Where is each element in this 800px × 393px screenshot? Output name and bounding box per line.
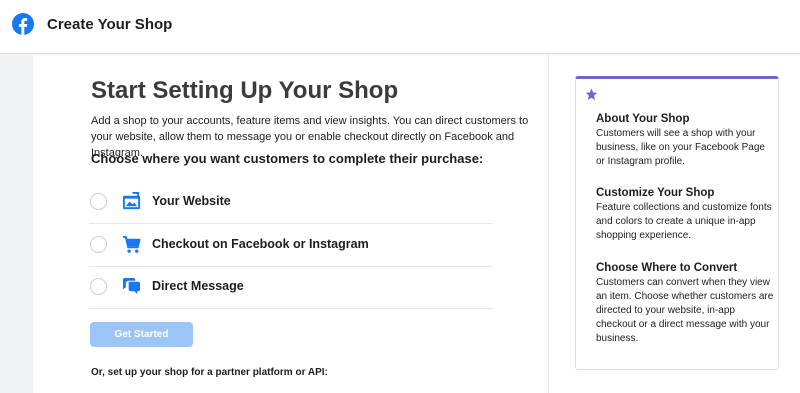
info-section-title: Customize Your Shop	[596, 187, 715, 199]
info-section-title: About Your Shop	[596, 113, 690, 125]
option-label: Checkout on Facebook or Instagram	[152, 237, 369, 251]
radio-button[interactable]	[90, 193, 107, 210]
website-icon	[122, 192, 141, 210]
info-section-customize: Customize Your Shop Feature collections …	[596, 186, 774, 243]
section-heading: Start Setting Up Your Shop	[91, 77, 399, 104]
info-section-title: Choose Where to Convert	[596, 262, 738, 274]
cart-icon	[122, 235, 141, 253]
star-icon	[585, 88, 598, 101]
info-section-text: Feature collections and customize fonts …	[596, 202, 772, 241]
partner-platform-text: Or, set up your shop for a partner platf…	[91, 367, 328, 378]
option-label: Your Website	[152, 194, 231, 208]
radio-button[interactable]	[90, 278, 107, 295]
top-bar: Create Your Shop	[0, 0, 800, 54]
option-your-website[interactable]: Your Website	[89, 182, 493, 224]
info-card: About Your Shop Customers will see a sho…	[575, 76, 779, 370]
info-section-convert: Choose Where to Convert Customers can co…	[596, 261, 774, 346]
facebook-logo-icon[interactable]	[12, 13, 34, 35]
get-started-button[interactable]: Get Started	[90, 322, 193, 347]
option-direct-message[interactable]: Direct Message	[89, 267, 493, 309]
purchase-location-label: Choose where you want customers to compl…	[91, 151, 484, 166]
info-section-text: Customers will see a shop with your busi…	[596, 128, 765, 167]
vertical-divider	[548, 55, 549, 393]
page-title: Create Your Shop	[47, 16, 173, 33]
radio-button[interactable]	[90, 236, 107, 253]
option-checkout[interactable]: Checkout on Facebook or Instagram	[89, 225, 493, 267]
info-section-text: Customers can convert when they view an …	[596, 277, 774, 344]
info-section-about: About Your Shop Customers will see a sho…	[596, 112, 774, 169]
option-label: Direct Message	[152, 279, 244, 293]
message-icon	[122, 277, 141, 295]
